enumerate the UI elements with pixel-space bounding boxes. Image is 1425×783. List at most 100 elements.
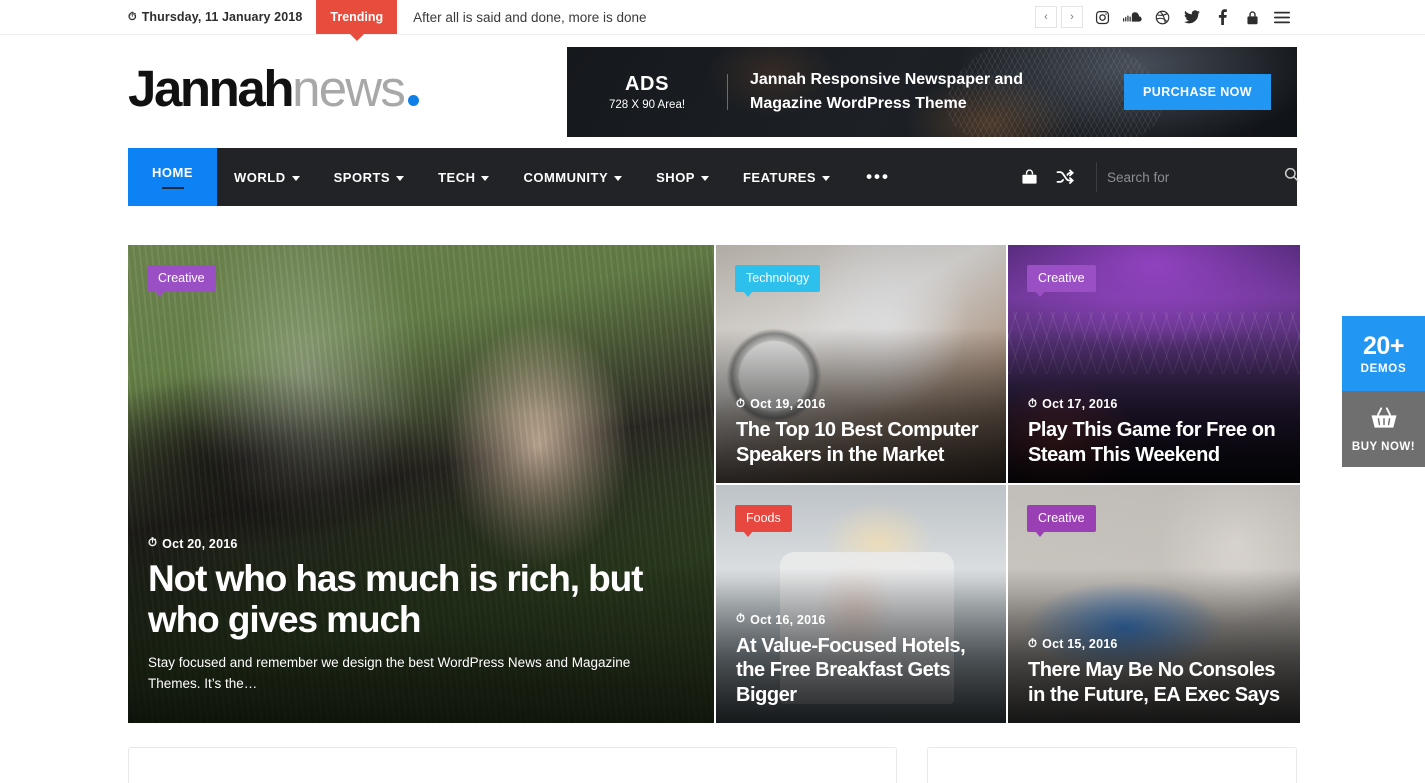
nav-item-tech-label: TECH	[438, 169, 476, 185]
instagram-icon[interactable]	[1087, 2, 1117, 32]
search-box[interactable]	[1107, 148, 1299, 206]
content-placeholder-row	[128, 747, 1297, 783]
featured-date: ⏱ Oct 15, 2016	[1028, 637, 1280, 651]
clock-icon: ⏱	[736, 613, 746, 626]
current-date: ⏱ Thursday, 11 January 2018	[128, 0, 316, 34]
featured-title[interactable]: The Top 10 Best Computer Speakers in the…	[736, 418, 986, 467]
lock-icon[interactable]	[1237, 2, 1267, 32]
trending-prev-button[interactable]: ‹	[1035, 6, 1057, 28]
category-badge-creative[interactable]: Creative	[147, 265, 216, 297]
top-bar-right: ‹ ›	[1035, 0, 1297, 34]
badge-tail-icon	[1035, 531, 1045, 537]
category-badge-label: Creative	[1038, 271, 1085, 285]
badge-tail-icon	[155, 291, 165, 297]
featured-date-text: Oct 17, 2016	[1042, 397, 1118, 412]
nav-more-button[interactable]: •••	[847, 148, 909, 206]
nav-divider	[1096, 162, 1097, 192]
featured-date: ⏱ Oct 19, 2016	[736, 397, 986, 411]
nav-item-features[interactable]: FEATURES	[726, 148, 847, 206]
featured-date-text: Oct 19, 2016	[750, 397, 826, 412]
top-bar: ⏱ Thursday, 11 January 2018 Trending Aft…	[0, 0, 1425, 35]
clock-icon: ⏱	[1028, 637, 1038, 650]
category-badge-creative[interactable]: Creative	[1027, 265, 1096, 297]
category-badge-foods[interactable]: Foods	[735, 505, 792, 537]
trending-badge[interactable]: Trending	[316, 0, 398, 34]
site-header: Jannahnews ADS 728 X 90 Area! Jannah Res…	[0, 35, 1425, 148]
demos-count: 20+	[1363, 332, 1404, 360]
featured-date-text: Oct 15, 2016	[1042, 637, 1118, 652]
facebook-icon[interactable]	[1207, 2, 1237, 32]
nav-active-underline	[161, 186, 184, 190]
featured-card-body: ⏱ Oct 16, 2016 At Value-Focused Hotels, …	[716, 613, 1006, 723]
chevron-down-icon	[291, 175, 300, 181]
nav-item-tech[interactable]: TECH	[421, 148, 506, 206]
hamburger-icon[interactable]	[1267, 2, 1297, 32]
site-logo[interactable]: Jannahnews	[128, 63, 420, 114]
featured-date-text: Oct 16, 2016	[750, 612, 826, 627]
featured-card-speakers[interactable]: Technology ⏱ Oct 19, 2016 The Top 10 Bes…	[716, 245, 1006, 483]
chevron-down-icon	[700, 175, 709, 181]
featured-date: ⏱ Oct 20, 2016	[148, 537, 694, 551]
featured-card-body: ⏱ Oct 17, 2016 Play This Game for Free o…	[1008, 397, 1300, 483]
buy-now-button[interactable]: BUY NOW!	[1342, 391, 1425, 467]
floating-promo-widget: 20+ DEMOS BUY NOW!	[1342, 316, 1425, 467]
nav-right-tools	[1012, 148, 1299, 206]
featured-card-hotels[interactable]: Foods ⏱ Oct 16, 2016 At Value-Focused Ho…	[716, 485, 1006, 723]
chevron-down-icon	[396, 175, 405, 181]
featured-card-main[interactable]: Creative ⏱ Oct 20, 2016 Not who has much…	[128, 245, 714, 723]
trending-headline[interactable]: After all is said and done, more is done	[397, 0, 646, 34]
clock-icon: ⏱	[736, 397, 746, 410]
shuffle-icon[interactable]	[1047, 148, 1082, 206]
nav-item-world-label: WORLD	[234, 169, 286, 185]
nav-item-home[interactable]: HOME	[128, 148, 217, 206]
clock-icon: ⏱	[128, 11, 137, 23]
category-badge-technology[interactable]: Technology	[735, 265, 821, 297]
trending-next-button[interactable]: ›	[1061, 6, 1083, 28]
featured-card-steam[interactable]: Creative ⏱ Oct 17, 2016 Play This Game f…	[1008, 245, 1300, 483]
dribbble-icon[interactable]	[1147, 2, 1177, 32]
chevron-left-icon: ‹	[1044, 11, 1048, 23]
featured-card-body: ⏱ Oct 15, 2016 There May Be No Consoles …	[1008, 637, 1300, 723]
category-badge-creative[interactable]: Creative	[1027, 505, 1096, 537]
featured-card-consoles[interactable]: Creative ⏱ Oct 15, 2016 There May Be No …	[1008, 485, 1300, 723]
soundcloud-icon[interactable]	[1117, 2, 1147, 32]
chevron-down-icon	[614, 175, 623, 181]
nav-item-sports[interactable]: SPORTS	[317, 148, 421, 206]
search-input[interactable]	[1107, 169, 1284, 185]
nav-item-shop-label: SHOP	[656, 169, 695, 185]
twitter-icon[interactable]	[1177, 2, 1207, 32]
category-badge-label: Creative	[1038, 511, 1085, 525]
featured-date: ⏱ Oct 16, 2016	[736, 613, 986, 627]
featured-title[interactable]: At Value-Focused Hotels, the Free Breakf…	[736, 634, 986, 707]
featured-grid: Creative ⏱ Oct 20, 2016 Not who has much…	[128, 245, 1300, 723]
clock-icon: ⏱	[1028, 397, 1038, 410]
featured-title[interactable]: There May Be No Consoles in the Future, …	[1028, 658, 1280, 707]
ad-label: ADS 728 X 90 Area!	[567, 73, 727, 111]
featured-excerpt: Stay focused and remember we design the …	[148, 655, 631, 692]
demos-button[interactable]: 20+ DEMOS	[1342, 316, 1425, 391]
ad-label-main: ADS	[624, 72, 670, 95]
featured-title[interactable]: Not who has much is rich, but who gives …	[148, 558, 694, 642]
nav-item-community-label: COMMUNITY	[523, 169, 609, 185]
nav-item-community[interactable]: COMMUNITY	[506, 148, 639, 206]
shopping-bag-icon[interactable]	[1012, 148, 1047, 206]
ad-copy-line2: Magazine WordPress Theme	[750, 94, 967, 112]
featured-title[interactable]: Play This Game for Free on Steam This We…	[1028, 418, 1280, 467]
clock-icon: ⏱	[148, 537, 158, 550]
top-bar-left: ⏱ Thursday, 11 January 2018 Trending Aft…	[128, 0, 647, 34]
nav-item-world[interactable]: WORLD	[217, 148, 317, 206]
badge-tail-icon	[743, 531, 753, 537]
search-icon[interactable]	[1284, 167, 1299, 187]
purchase-now-button[interactable]: PURCHASE NOW	[1124, 73, 1271, 110]
ad-banner[interactable]: ADS 728 X 90 Area! Jannah Responsive New…	[567, 46, 1297, 137]
content-placeholder-main	[128, 747, 898, 783]
ad-divider	[727, 73, 728, 110]
chevron-right-icon: ›	[1070, 11, 1074, 23]
chevron-down-icon	[481, 175, 490, 181]
nav-item-shop[interactable]: SHOP	[639, 148, 726, 206]
badge-tail-icon	[743, 291, 753, 297]
trending-badge-label: Trending	[330, 10, 384, 24]
ad-copy-line1: Jannah Responsive Newspaper and	[750, 71, 1023, 89]
badge-tail-icon	[1035, 291, 1045, 297]
nav-item-sports-label: SPORTS	[333, 169, 391, 185]
